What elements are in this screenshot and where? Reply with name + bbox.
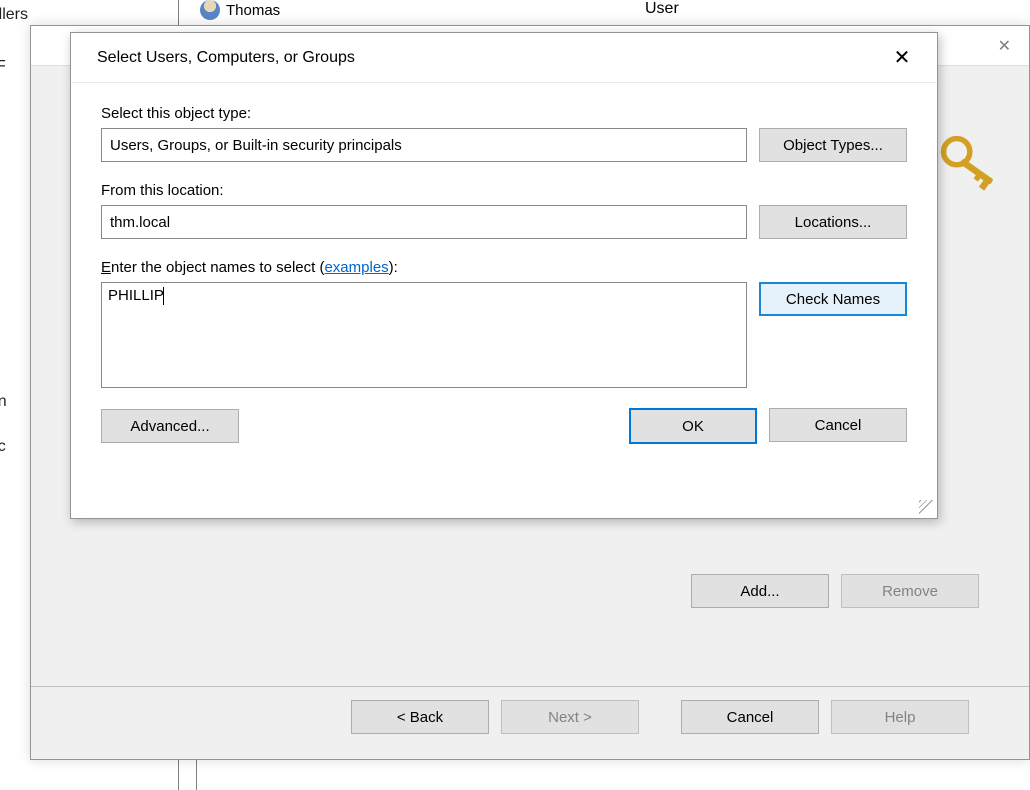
back-button[interactable]: < Back [351,700,489,734]
add-button[interactable]: Add... [691,574,829,608]
cancel-button[interactable]: Cancel [769,408,907,442]
locations-button[interactable]: Locations... [759,205,907,239]
add-remove-row: Add... Remove [691,574,979,608]
cancel-button[interactable]: Cancel [681,700,819,734]
next-button: Next > [501,700,639,734]
names-label: Enter the object names to select (exampl… [101,259,907,276]
location-field: thm.local [101,205,747,239]
check-names-button[interactable]: Check Names [759,282,907,316]
tree-item: trollers [0,4,160,26]
select-users-dialog: Select Users, Computers, or Groups ✕ Sel… [70,32,938,519]
object-type-label: Select this object type: [101,105,907,122]
dialog-button-row: Advanced... OK Cancel [101,408,907,444]
examples-link[interactable]: examples [324,259,388,276]
user-type: User [645,0,679,18]
ok-button[interactable]: OK [629,408,757,444]
dialog-title: Select Users, Computers, or Groups [97,49,355,67]
help-button: Help [831,700,969,734]
remove-button: Remove [841,574,979,608]
key-icon [937,132,1007,202]
user-icon [200,0,220,20]
location-label: From this location: [101,182,907,199]
dialog-titlebar: Select Users, Computers, or Groups ✕ [71,33,937,83]
resize-grip[interactable] [919,500,933,514]
dialog-body: Select this object type: Users, Groups, … [71,83,937,464]
advanced-button[interactable]: Advanced... [101,409,239,443]
object-type-field: Users, Groups, or Built-in security prin… [101,128,747,162]
wizard-button-row: < Back Next > Cancel Help [351,700,969,734]
object-types-button[interactable]: Object Types... [759,128,907,162]
close-icon[interactable]: ✕ [998,36,1011,56]
separator [31,686,1029,687]
user-list-row[interactable]: Thomas [200,0,280,20]
object-names-input[interactable]: PHILLIP [101,282,747,388]
user-name: Thomas [226,2,280,19]
close-icon[interactable]: ✕ [887,43,917,73]
